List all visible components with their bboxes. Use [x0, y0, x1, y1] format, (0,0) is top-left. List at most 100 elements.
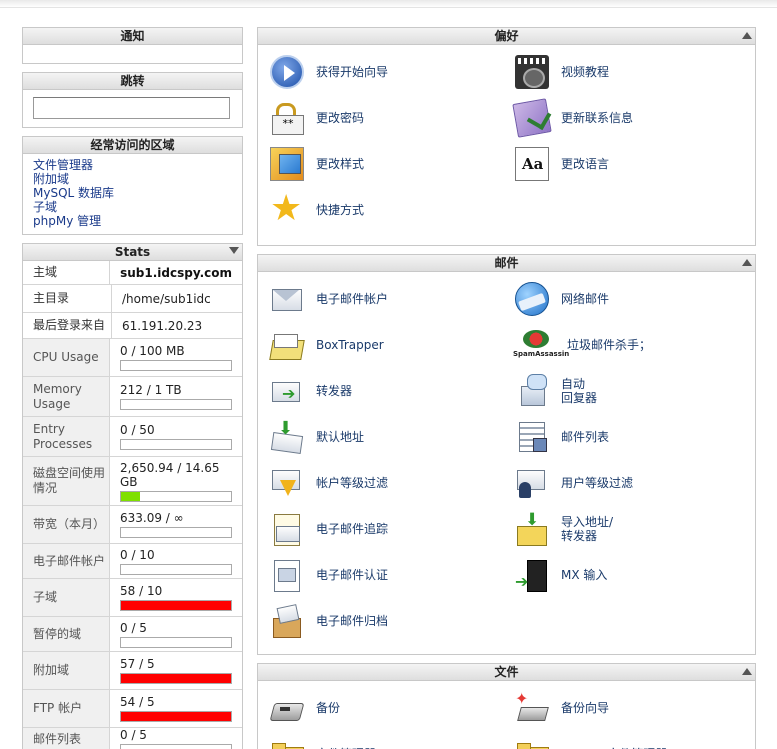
boxtrapper-icon[interactable] [270, 328, 304, 362]
feature-link-shortcuts[interactable]: 快捷方式 [258, 187, 503, 233]
feature-label[interactable]: MX 输入 [561, 568, 607, 582]
mailing-lists-icon[interactable] [515, 420, 549, 454]
feature-link-autoresponders[interactable]: 自动 回复器 [503, 368, 748, 414]
feature-label[interactable]: 更改样式 [316, 157, 364, 171]
feature-link-spamassassin[interactable]: 垃圾邮件杀手； [503, 322, 748, 368]
feature-link-user-filter[interactable]: 用户等级过滤 [503, 460, 748, 506]
legacy-file-manager-icon[interactable] [515, 737, 549, 749]
feature-label[interactable]: 更改语言 [561, 157, 609, 171]
feature-label[interactable]: BoxTrapper [316, 338, 384, 352]
frequent-link[interactable]: 附加域 [33, 172, 232, 186]
feature-link-mx-entry[interactable]: MX 输入 [503, 552, 748, 598]
feature-label[interactable]: 自动 回复器 [561, 377, 597, 405]
feature-label[interactable]: 电子邮件追踪 [316, 522, 388, 536]
stat-row: 子域 58 / 10 [23, 579, 242, 617]
notice-box: 通知 [22, 27, 243, 64]
feature-link-default-address[interactable]: 默认地址 [258, 414, 503, 460]
feature-link-import-addresses[interactable]: 导入地址/ 转发器 [503, 506, 748, 552]
collapse-arrow-icon[interactable] [229, 247, 239, 254]
collapse-arrow-icon[interactable] [742, 259, 752, 266]
feature-link-account-filter[interactable]: 帐户等级过滤 [258, 460, 503, 506]
feature-label[interactable]: 更新联系信息 [561, 111, 633, 125]
feature-label[interactable]: 默认地址 [316, 430, 364, 444]
feature-label[interactable]: 备份 [316, 701, 340, 715]
feature-label[interactable]: 网络邮件 [561, 292, 609, 306]
feature-link-video-tutorials[interactable]: 视频教程 [503, 49, 748, 95]
feature-link-start-wizard[interactable]: 获得开始向导 [258, 49, 503, 95]
frequent-link[interactable]: phpMy 管理 [33, 214, 232, 228]
frequent-link[interactable]: 子域 [33, 200, 232, 214]
shortcuts-icon[interactable] [270, 189, 304, 229]
email-trace-icon[interactable] [270, 512, 304, 546]
webmail-icon[interactable] [515, 282, 549, 316]
feature-link-webmail[interactable]: 网络邮件 [503, 276, 748, 322]
file-manager-icon[interactable] [270, 737, 304, 749]
feature-link-email-accounts[interactable]: 电子邮件帐户 [258, 276, 503, 322]
stat-value: 54 / 5 [120, 695, 155, 709]
email-accounts-icon[interactable] [270, 282, 304, 316]
stat-value: 57 / 5 [120, 657, 155, 671]
import-addresses-icon[interactable] [515, 510, 549, 546]
jump-input[interactable] [33, 97, 230, 119]
feature-link-email-trace[interactable]: 电子邮件追踪 [258, 506, 503, 552]
feature-link-email-auth[interactable]: 电子邮件认证 [258, 552, 503, 598]
frequent-link[interactable]: 文件管理器 [33, 158, 232, 172]
feature-link-contact-info[interactable]: 更新联系信息 [503, 95, 748, 141]
feature-link-boxtrapper[interactable]: BoxTrapper [258, 322, 503, 368]
feature-link-legacy-file-manager[interactable]: Legacy 文件管理器 [503, 731, 748, 749]
feature-label[interactable]: 用户等级过滤 [561, 476, 633, 490]
feature-link-change-language[interactable]: 更改语言 [503, 141, 748, 187]
feature-label[interactable]: 快捷方式 [316, 203, 364, 217]
feature-label[interactable]: 电子邮件帐户 [316, 292, 388, 306]
feature-label[interactable]: 转发器 [316, 384, 352, 398]
feature-link-change-password[interactable]: 更改密码 [258, 95, 503, 141]
feature-label[interactable]: 获得开始向导 [316, 65, 388, 79]
forwarders-icon[interactable] [270, 374, 304, 408]
default-address-icon[interactable] [270, 418, 304, 454]
feature-link-backup-wizard[interactable]: 备份向导 [503, 685, 748, 731]
feature-label[interactable]: 帐户等级过滤 [316, 476, 388, 490]
backup-icon[interactable] [270, 691, 304, 725]
feature-link-backup[interactable]: 备份 [258, 685, 503, 731]
change-style-icon[interactable] [270, 147, 304, 181]
files-header[interactable]: 文件 [258, 664, 755, 681]
usage-bar [120, 490, 232, 502]
autoresponders-icon[interactable] [515, 374, 549, 408]
preferences-title: 偏好 [494, 29, 519, 43]
user-filter-icon[interactable] [515, 466, 549, 500]
change-language-icon[interactable] [515, 147, 549, 181]
feature-link-change-style[interactable]: 更改样式 [258, 141, 503, 187]
stat-label: Memory Usage [23, 377, 109, 416]
feature-label[interactable]: 更改密码 [316, 111, 364, 125]
mail-header[interactable]: 邮件 [258, 255, 755, 272]
feature-label[interactable]: 邮件列表 [561, 430, 609, 444]
video-tutorials-icon[interactable] [515, 55, 549, 89]
change-password-icon[interactable] [270, 101, 304, 135]
feature-label[interactable]: 导入地址/ 转发器 [561, 515, 613, 543]
frequent-link[interactable]: MySQL 数据库 [33, 186, 232, 200]
stats-header[interactable]: Stats [23, 244, 242, 261]
stat-row: 邮件列表 0 / 5 [23, 728, 242, 749]
feature-label[interactable]: 电子邮件认证 [316, 568, 388, 582]
collapse-arrow-icon[interactable] [742, 32, 752, 39]
start-wizard-icon[interactable] [270, 55, 304, 89]
stats-title: Stats [114, 245, 151, 259]
feature-link-email-archive[interactable]: 电子邮件归档 [258, 598, 503, 644]
feature-label[interactable]: 垃圾邮件杀手； [567, 338, 651, 352]
contact-info-icon[interactable] [512, 98, 552, 138]
spamassassin-icon[interactable] [513, 328, 569, 362]
preferences-header[interactable]: 偏好 [258, 28, 755, 45]
feature-link-file-manager[interactable]: 文件管理器 [258, 731, 503, 749]
feature-label[interactable]: 备份向导 [561, 701, 609, 715]
email-auth-icon[interactable] [270, 558, 304, 592]
account-filter-icon[interactable] [270, 466, 304, 500]
backup-wizard-icon[interactable] [515, 689, 549, 725]
feature-label[interactable]: 电子邮件归档 [316, 614, 388, 628]
stat-label: 附加域 [23, 652, 109, 689]
collapse-arrow-icon[interactable] [742, 668, 752, 675]
feature-label[interactable]: 视频教程 [561, 65, 609, 79]
mx-entry-icon[interactable] [515, 558, 549, 592]
email-archive-icon[interactable] [270, 604, 304, 638]
feature-link-mailing-lists[interactable]: 邮件列表 [503, 414, 748, 460]
feature-link-forwarders[interactable]: 转发器 [258, 368, 503, 414]
